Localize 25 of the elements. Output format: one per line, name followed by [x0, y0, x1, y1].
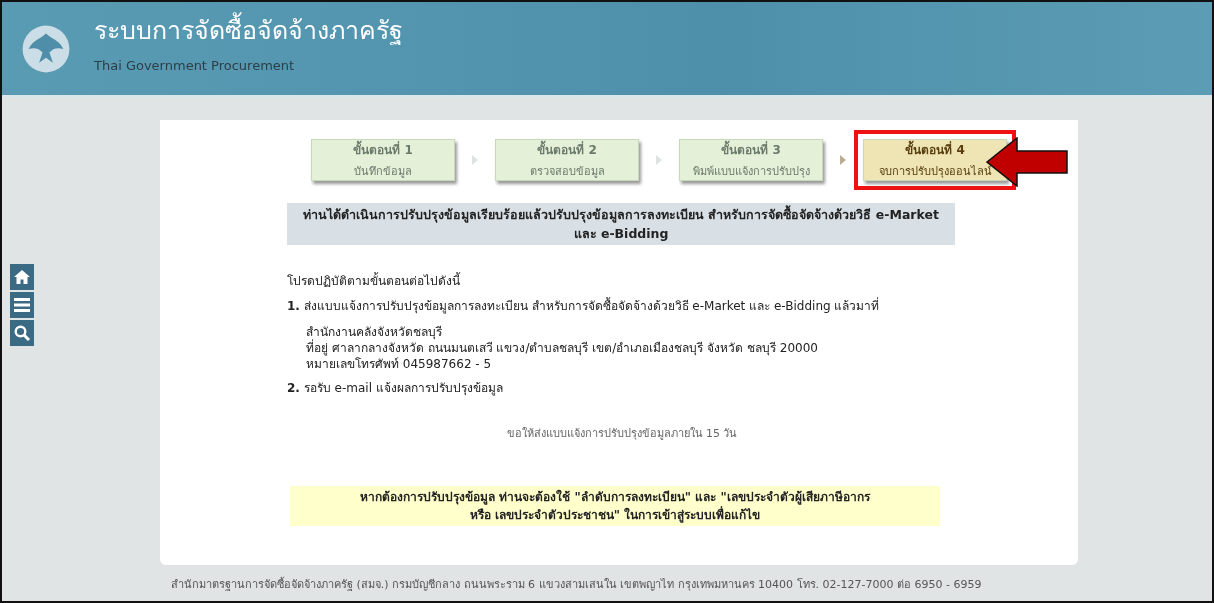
- chevron-icon: [656, 155, 662, 165]
- instructions-intro: โปรดปฏิบัติตามขั้นตอนต่อไปดังนี้: [287, 271, 462, 290]
- home-icon: [14, 270, 30, 284]
- success-heading: ท่านได้ดำเนินการปรับปรุงข้อมูลเรียบร้อยแล้วปรับปรุงข้อมูลการลงทะเบียน สำหรับการจัดซื้อจัดจ้างด้วยวิธี e-Market และ e-Bidding: [287, 203, 955, 245]
- search-button[interactable]: [10, 320, 34, 346]
- notice-banner: หากต้องการปรับปรุงข้อมูล ท่านจะต้องใช้ "ลำดับการลงทะเบียน" และ "เลขประจำตัวผู้เสียภาษีอากรหรือ เลขประจำตัวประชาชน" ในการเข้าสู่ระบบเพื่อแก้ไข: [290, 486, 940, 526]
- site-title: ระบบการจัดซื้อจัดจ้างภาครัฐ: [94, 10, 403, 50]
- menu-button[interactable]: [10, 292, 34, 318]
- footer-text: สำนักมาตรฐานการจัดซื้อจัดจ้างภาครัฐ (สมจ.) กรมบัญชีกลาง ถนนพระราม 6 แขวงสามเสนใน เขตพญาไท กรุงเทพมหานคร 10400 โทร. 02-127-7000 ต่อ 6950 - 6959: [170, 576, 983, 593]
- deadline-note: ขอให้ส่งแบบแจ้งการปรับปรุงข้อมูลภายใน 15 วัน: [505, 426, 739, 442]
- site-subtitle: Thai Government Procurement: [94, 58, 296, 73]
- menu-icon: [14, 298, 30, 312]
- instruction-text: 2. รอรับ e-mail แจ้งผลการปรับปรุงข้อมูล: [287, 380, 504, 396]
- chevron-icon: [840, 155, 846, 165]
- address-line: ที่อยู่ ศาลากลางจังหวัด ถนนมนตเสวี แขวง/ตำบลชลบุรี เขต/อำเภอเมืองชลบุรี จังหวัด ชลบุรี 20000: [306, 340, 819, 356]
- step-tab[interactable]: ขั้นตอนที่ 4 จบการปรับปรุงออนไลน์: [863, 139, 1007, 181]
- search-icon: [14, 325, 30, 341]
- step-tab[interactable]: ขั้นตอนที่ 1 บันทึกข้อมูล: [311, 139, 455, 181]
- address-line: หมายเลขโทรศัพท์ 045987662 - 5: [306, 356, 493, 372]
- home-button[interactable]: [10, 264, 34, 290]
- step-tab[interactable]: ขั้นตอนที่ 2 ตรวจสอบข้อมูล: [495, 139, 639, 181]
- address-line: สำนักงานคลังจังหวัดชลบุรี: [306, 324, 443, 340]
- step-tab[interactable]: ขั้นตอนที่ 3 พิมพ์แบบแจ้งการปรับปรุง: [679, 139, 823, 181]
- instruction-text: 1. ส่งแบบแจ้งการปรับปรุงข้อมูลการลงทะเบียน สำหรับการจัดซื้อจัดจ้างด้วยวิธี e-Market และ e-Bidding แล้วมาที่: [287, 298, 881, 314]
- chevron-icon: [472, 155, 478, 165]
